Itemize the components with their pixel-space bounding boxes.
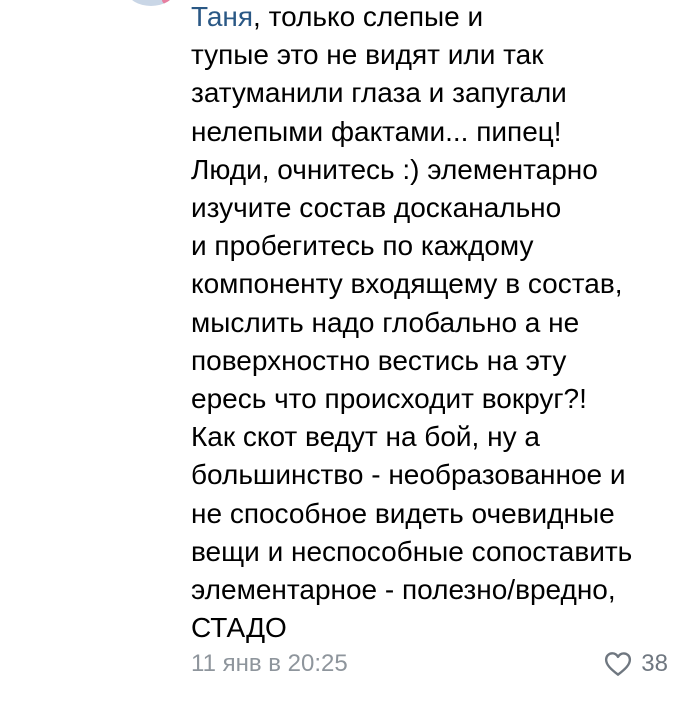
comment-line: Люди, очнитесь :) элементарно [191, 153, 598, 185]
comment-line: СТАДО [191, 612, 287, 644]
heart-icon [605, 652, 632, 676]
comment-line: Таня, только слепые и [191, 0, 691, 36]
comment-line: затуманили глаза и запугали [191, 77, 567, 109]
like-count: 38 [641, 650, 668, 677]
comment-footer: 11 янв в 20:25 38 [191, 647, 668, 681]
like-button[interactable]: 38 [603, 649, 668, 679]
comment-line: вещи и неспособные сопоставить [191, 535, 633, 567]
avatar-accent [162, 0, 174, 5]
comment-line: нелепыми фактами... пипец! [191, 115, 562, 147]
comment-line: тупые это не видят или так [191, 39, 544, 71]
avatar[interactable] [128, 0, 174, 6]
comment-line-text: , только слепые и [253, 1, 484, 32]
mention-link[interactable]: Таня [191, 1, 253, 32]
comment-line: не способное видеть очевидные [191, 497, 615, 529]
comment-line: поверхностно вестись на эту [191, 344, 567, 376]
comment-line: мыслить надо глобально а не [191, 306, 580, 338]
comment-line: Как скот ведут на бой, ну а [191, 421, 540, 453]
comment-line: компоненту входящему в состав, [191, 268, 623, 300]
comment-text: Таня, только слепые и тупые это не видят… [191, 0, 691, 647]
comment-timestamp[interactable]: 11 янв в 20:25 [191, 650, 348, 678]
comment-line: большинство - необразованное и [191, 459, 626, 491]
comment-line: элементарное - полезно/вредно, [191, 574, 616, 606]
comment-line: и пробегитесь по каждому [191, 230, 534, 262]
comment-line: изучите состав досканально [191, 192, 562, 224]
comment-line: ересь что происходит вокруг?! [191, 383, 587, 415]
